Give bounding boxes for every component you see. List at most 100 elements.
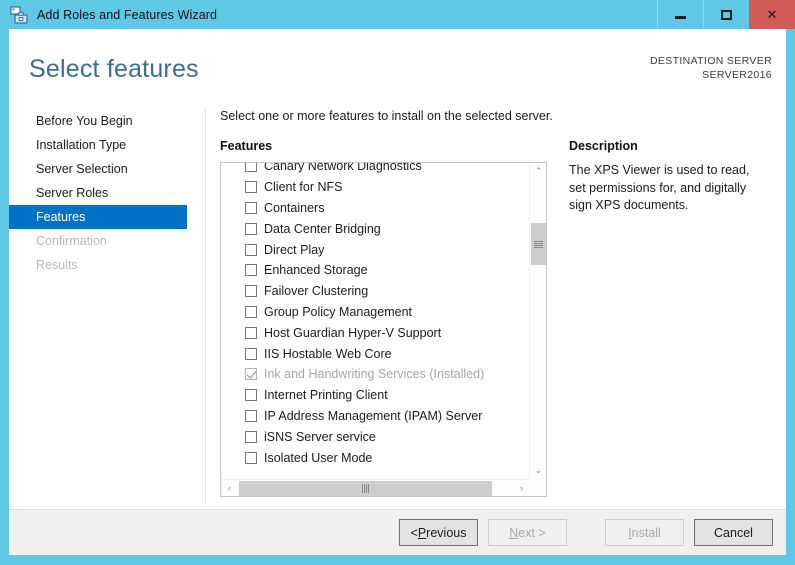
feature-row[interactable]: Failover Clustering bbox=[221, 281, 530, 302]
feature-label: Ink and Handwriting Services (Installed) bbox=[264, 367, 485, 382]
sidebar-item-label: Features bbox=[36, 210, 86, 224]
feature-label: Internet Printing Client bbox=[264, 388, 388, 403]
feature-row[interactable]: iSNS Server service bbox=[221, 426, 530, 447]
sidebar-item-confirmation: Confirmation bbox=[9, 229, 205, 253]
feature-row: Ink and Handwriting Services (Installed) bbox=[221, 364, 530, 385]
feature-row[interactable]: Canary Network Diagnostics bbox=[221, 163, 530, 177]
maximize-icon bbox=[721, 9, 732, 20]
button-label: nstall bbox=[631, 525, 661, 540]
feature-label: Direct Play bbox=[264, 242, 325, 257]
description-title: Description bbox=[569, 139, 638, 153]
feature-label: iSNS Server service bbox=[264, 429, 376, 444]
close-icon: ✕ bbox=[766, 7, 778, 22]
feature-row[interactable]: Group Policy Management bbox=[221, 302, 530, 323]
horizontal-scrollbar-thumb[interactable] bbox=[239, 480, 492, 496]
sidebar-item-label: Installation Type bbox=[36, 138, 127, 152]
scroll-left-button[interactable]: ‹ bbox=[221, 480, 238, 497]
sidebar-item-server-roles[interactable]: Server Roles bbox=[9, 181, 205, 205]
wizard-client-area: Select features DESTINATION SERVER SERVE… bbox=[9, 29, 786, 555]
sidebar-item-before-you-begin[interactable]: Before You Begin bbox=[9, 109, 205, 133]
feature-row[interactable]: IIS Hostable Web Core bbox=[221, 343, 530, 364]
maximize-button[interactable] bbox=[703, 0, 749, 29]
button-label: Cancel bbox=[714, 525, 753, 540]
next-button: Next > bbox=[488, 519, 567, 546]
cancel-button[interactable]: Cancel bbox=[694, 519, 773, 546]
sidebar-item-label: Confirmation bbox=[36, 234, 107, 248]
description-body: The XPS Viewer is used to read, set perm… bbox=[569, 163, 750, 212]
feature-checkbox[interactable] bbox=[245, 430, 257, 443]
feature-checkbox[interactable] bbox=[245, 305, 257, 318]
instruction-text: Select one or more features to install o… bbox=[220, 109, 553, 123]
wizard-footer: < Previous Next > Install Cancel bbox=[9, 509, 786, 555]
feature-checkbox[interactable] bbox=[245, 201, 257, 214]
feature-label: Containers bbox=[264, 200, 325, 215]
feature-label: Enhanced Storage bbox=[264, 263, 368, 278]
destination-server-label: DESTINATION SERVER bbox=[649, 55, 772, 67]
features-list: Canary Network Diagnostics Client for NFS… bbox=[221, 163, 530, 468]
feature-label: Client for NFS bbox=[264, 180, 343, 195]
button-label: ext > bbox=[518, 525, 546, 540]
feature-label: IP Address Management (IPAM) Server bbox=[264, 408, 483, 423]
feature-row[interactable]: Data Center Bridging bbox=[221, 218, 530, 239]
sidebar-item-features[interactable]: Features bbox=[9, 205, 187, 229]
feature-checkbox[interactable] bbox=[245, 163, 257, 173]
features-horizontal-scrollbar[interactable]: ‹ › bbox=[221, 479, 530, 496]
scrollbar-grip-icon bbox=[362, 483, 369, 493]
feature-label: Canary Network Diagnostics bbox=[264, 163, 422, 174]
title-bar: Add Roles and Features Wizard ✕ bbox=[0, 0, 795, 29]
features-list-label: Features bbox=[220, 139, 273, 153]
feature-label: Failover Clustering bbox=[264, 284, 369, 299]
feature-label: Group Policy Management bbox=[264, 304, 412, 319]
minimize-icon bbox=[675, 15, 686, 19]
feature-checkbox[interactable] bbox=[245, 285, 257, 298]
button-prefix: < bbox=[410, 525, 418, 540]
sidebar-item-server-selection[interactable]: Server Selection bbox=[9, 157, 205, 181]
feature-checkbox[interactable] bbox=[245, 451, 257, 464]
feature-label: Isolated User Mode bbox=[264, 450, 373, 465]
feature-checkbox[interactable] bbox=[245, 347, 257, 360]
feature-checkbox[interactable] bbox=[245, 409, 257, 422]
feature-checkbox[interactable] bbox=[245, 181, 257, 194]
features-list-viewport: Canary Network Diagnostics Client for NFS… bbox=[221, 163, 530, 479]
destination-server-block: DESTINATION SERVER SERVER2016 bbox=[650, 54, 772, 82]
scroll-up-button[interactable]: ⌃ bbox=[530, 163, 546, 180]
feature-checkbox[interactable] bbox=[245, 243, 257, 256]
feature-row[interactable]: Host Guardian Hyper-V Support bbox=[221, 322, 530, 343]
install-button-wrap: Install bbox=[605, 519, 684, 546]
previous-button[interactable]: < Previous bbox=[399, 519, 478, 546]
feature-checkbox[interactable] bbox=[245, 326, 257, 339]
scroll-right-button[interactable]: › bbox=[513, 480, 530, 497]
feature-row[interactable]: Direct Play bbox=[221, 239, 530, 260]
close-button[interactable]: ✕ bbox=[749, 0, 795, 29]
sidebar-divider bbox=[205, 109, 206, 504]
feature-row[interactable]: Isolated User Mode bbox=[221, 447, 530, 468]
feature-row[interactable]: IP Address Management (IPAM) Server bbox=[221, 406, 530, 427]
wizard-step-nav: Before You Begin Installation Type Server … bbox=[9, 109, 205, 277]
caption-buttons: ✕ bbox=[657, 0, 795, 29]
feature-label: IIS Hostable Web Core bbox=[264, 346, 392, 361]
feature-checkbox[interactable] bbox=[245, 389, 257, 402]
sidebar-item-label: Before You Begin bbox=[36, 114, 133, 128]
feature-row[interactable]: Client for NFS bbox=[221, 177, 530, 198]
minimize-button[interactable] bbox=[657, 0, 703, 29]
sidebar-item-label: Server Selection bbox=[36, 162, 128, 176]
feature-checkbox[interactable] bbox=[245, 264, 257, 277]
features-listbox[interactable]: Canary Network Diagnostics Client for NFS… bbox=[220, 162, 547, 497]
page-title: Select features bbox=[29, 55, 199, 83]
scroll-down-button[interactable]: ⌄ bbox=[530, 462, 546, 479]
install-button: Install bbox=[605, 519, 684, 546]
feature-row[interactable]: Internet Printing Client bbox=[221, 385, 530, 406]
sidebar-item-results: Results bbox=[9, 253, 205, 277]
button-accelerator: P bbox=[417, 525, 427, 540]
features-vertical-scrollbar[interactable]: ⌃ ⌄ bbox=[529, 163, 546, 479]
window-title: Add Roles and Features Wizard bbox=[37, 7, 218, 22]
feature-checkbox[interactable] bbox=[245, 222, 257, 235]
sidebar-item-installation-type[interactable]: Installation Type bbox=[9, 133, 205, 157]
button-label: revious bbox=[426, 525, 467, 540]
scrollbar-corner bbox=[529, 479, 546, 496]
vertical-scrollbar-thumb[interactable] bbox=[531, 223, 546, 265]
feature-row[interactable]: Containers bbox=[221, 198, 530, 219]
server-wizard-icon bbox=[9, 5, 29, 24]
destination-server-name: SERVER2016 bbox=[702, 69, 772, 81]
feature-row[interactable]: Enhanced Storage bbox=[221, 260, 530, 281]
